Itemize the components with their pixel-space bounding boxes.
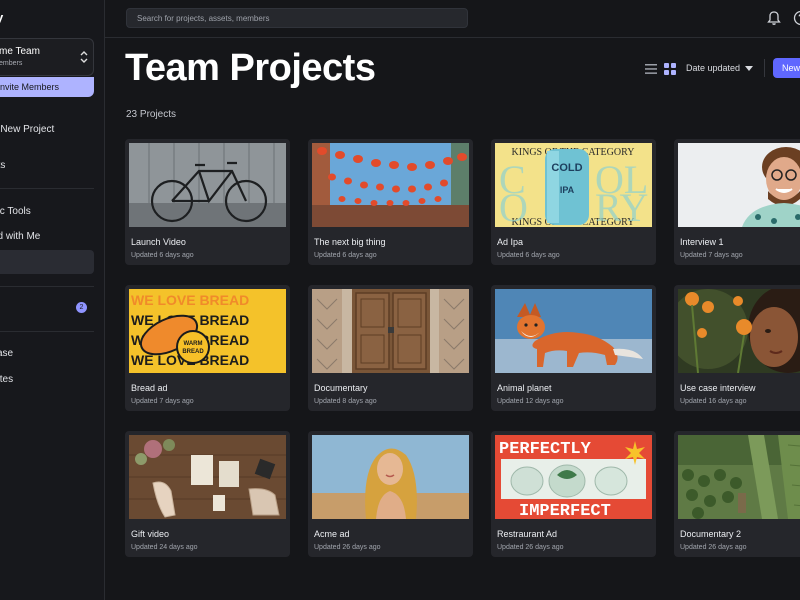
project-updated: Updated 7 days ago [131,398,194,405]
project-updated: Updated 16 days ago [680,398,747,405]
ipa-can-cold: COLD [551,162,582,174]
project-count: 23 Projects [126,109,177,120]
project-updated: Updated 12 days ago [497,398,564,405]
project-updated: Updated 6 days ago [131,252,194,259]
bread-sticker-2: BREAD [182,349,204,355]
project-name: Use case interview [680,383,756,393]
project-thumbnail: PERFECTLY IMPERFECT [495,435,652,519]
project-name: Documentary 2 [680,529,742,539]
bread-line-1: WE LOVE BREAD [131,292,249,308]
sidebar-divider [0,286,94,287]
project-updated: Updated 8 days ago [314,398,377,405]
bell-icon[interactable] [766,10,782,26]
team-members-count: embers [0,60,23,67]
bread-sticker-1: WARM [184,341,203,347]
sidebar-divider [0,331,94,332]
project-thumbnail: KINGS OF THE CATEGORY KINGS OF THE CATEG… [495,143,652,227]
toolbar-divider [764,59,765,77]
project-thumbnail [129,143,286,227]
grid-view-icon[interactable] [664,63,676,75]
project-thumbnail [312,435,469,519]
app-brand[interactable]: y [0,10,3,25]
project-card-documentary-2[interactable]: Documentary 2 Updated 26 days ago [674,431,800,557]
invite-members-button[interactable]: nvite Members [0,77,94,97]
project-thumbnail: WE LOVE BREAD WE LOVE BREAD WE LOVE BREA… [129,289,286,373]
project-name: Interview 1 [680,237,724,247]
project-card-launch-video[interactable]: Launch Video Updated 6 days ago [125,139,290,265]
sidebar-divider [0,188,94,189]
project-updated: Updated 24 days ago [131,544,198,551]
project-name: Launch Video [131,237,186,247]
project-updated: Updated 26 days ago [314,544,381,551]
sidebar-item-new-project[interactable]: e New Project [0,124,54,135]
project-thumbnail [678,289,800,373]
new-project-button[interactable]: New [773,58,800,78]
top-bar [105,0,800,38]
project-name: Documentary [314,383,368,393]
svg-text:RY: RY [595,185,648,227]
restaurant-bottom-text: IMPERFECT [519,502,611,519]
project-name: Gift video [131,529,170,539]
project-thumbnail [678,143,800,227]
menu-list-icon[interactable] [645,63,657,75]
ipa-can-ipa: IPA [560,185,575,195]
project-updated: Updated 26 days ago [497,544,564,551]
project-name: Animal planet [497,383,552,393]
project-card-next-big-thing[interactable]: The next big thing Updated 6 days ago [308,139,473,265]
help-icon[interactable] [793,10,800,26]
project-card-ad-ipa[interactable]: KINGS OF THE CATEGORY KINGS OF THE CATEG… [491,139,656,265]
project-thumbnail [129,435,286,519]
project-card-acme-ad[interactable]: Acme ad Updated 26 days ago [308,431,473,557]
svg-text:O: O [499,185,528,227]
project-card-restaurant-ad[interactable]: PERFECTLY IMPERFECT Restraurant Ad Updat… [491,431,656,557]
sidebar-item-showcase[interactable]: case [0,348,13,359]
project-updated: Updated 26 days ago [680,544,747,551]
page-title: Team Projects [125,47,376,89]
project-name: The next big thing [314,237,386,247]
project-thumbnail [495,289,652,373]
project-card-interview-1[interactable]: Interview 1 Updated 7 days ago [674,139,800,265]
caret-down-icon[interactable] [745,66,753,72]
team-switcher[interactable]: me Team embers [0,38,94,76]
project-updated: Updated 7 days ago [680,252,743,259]
sidebar-item-templates[interactable]: lates [0,374,13,385]
sort-dropdown[interactable]: Date updated [686,63,740,73]
project-name: Bread ad [131,383,168,393]
team-name: me Team [0,46,40,57]
sidebar-item-magic-tools[interactable]: gic Tools [0,206,31,217]
sidebar-item-active[interactable] [0,250,94,274]
project-name: Acme ad [314,529,350,539]
project-card-use-case-interview[interactable]: Use case interview Updated 16 days ago [674,285,800,411]
project-updated: Updated 6 days ago [314,252,377,259]
project-thumbnail [312,289,469,373]
sidebar-count-badge: 2 [76,302,87,313]
project-card-gift-video[interactable]: Gift video Updated 24 days ago [125,431,290,557]
restaurant-top-text: PERFECTLY [499,440,592,459]
project-name: Restraurant Ad [497,529,558,539]
chevron-updown-icon [80,51,88,63]
project-card-bread-ad[interactable]: WE LOVE BREAD WE LOVE BREAD WE LOVE BREA… [125,285,290,411]
project-updated: Updated 6 days ago [497,252,560,259]
project-thumbnail [312,143,469,227]
sidebar: y me Team embers nvite Members e New Pro… [0,0,105,600]
project-thumbnail [678,435,800,519]
sidebar-item-shared-with-me[interactable]: ed with Me [0,231,40,242]
search-input[interactable] [126,8,468,28]
sidebar-item-assets[interactable]: nts [0,160,5,171]
project-name: Ad Ipa [497,237,524,247]
project-card-documentary[interactable]: Documentary Updated 8 days ago [308,285,473,411]
project-card-animal-planet[interactable]: Animal planet Updated 12 days ago [491,285,656,411]
